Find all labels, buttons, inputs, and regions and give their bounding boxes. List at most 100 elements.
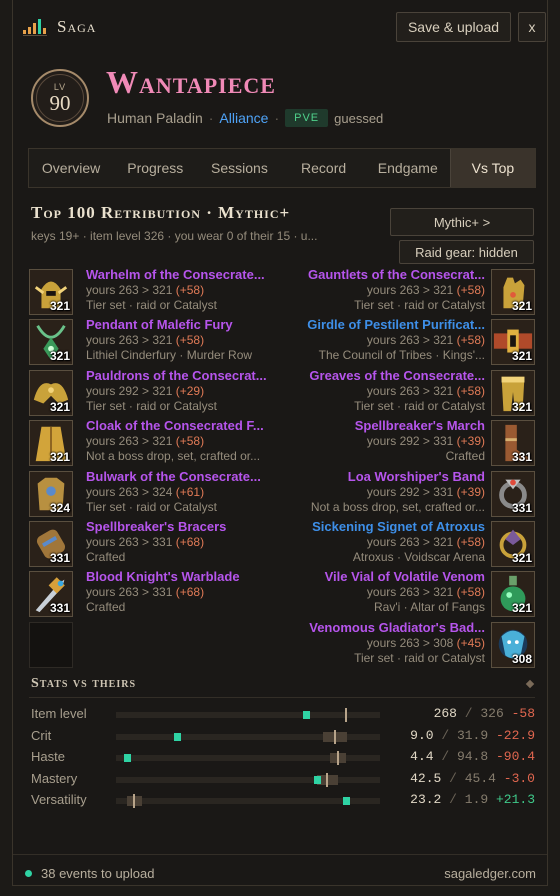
mode-badge: PVE: [285, 109, 329, 127]
stat-slash: /: [441, 770, 465, 786]
gear-compare-values: yours 263 > 321: [366, 585, 454, 600]
stat-theirs: 31.9: [456, 727, 489, 743]
tab-progress[interactable]: Progress: [113, 149, 197, 187]
gear-row[interactable]: 321 Vile Vial of Volatile Venom yours 263 …: [283, 569, 535, 619]
upload-status-text: 38 events to upload: [41, 866, 155, 881]
app-window: Saga Save & upload x LV 90 Wantapiece Hu…: [12, 0, 548, 886]
stat-row: Haste 4.4 / 94.8 -90.4: [31, 747, 535, 768]
gear-name[interactable]: Vile Vial of Volatile Venom: [285, 569, 485, 585]
stat-theirs-marker: [336, 751, 339, 766]
gear-name[interactable]: Spellbreaker's Bracers: [86, 519, 276, 535]
gear-compare: yours 263 > 321 (+58): [86, 333, 276, 348]
stat-label: Item level: [31, 706, 87, 721]
gear-compare: yours 292 > 331 (+39): [285, 434, 485, 449]
character-meta: Human Paladin · Alliance · PVE guessed: [107, 109, 383, 127]
gear-name[interactable]: Cloak of the Consecrated F...: [86, 418, 276, 434]
gear-compare-values: yours 263 > 308: [366, 635, 454, 650]
gear-name[interactable]: Greaves of the Consecrate...: [285, 368, 485, 384]
item-level-overlay: 321: [511, 349, 532, 364]
gear-row[interactable]: 324 Bulwark of the Consecrate... yours 263…: [29, 469, 279, 519]
gear-row[interactable]: 321 Warhelm of the Consecrate... yours 263…: [29, 267, 279, 317]
footer-divider: [13, 854, 547, 855]
gear-info: Bulwark of the Consecrate... yours 263 > …: [86, 469, 276, 515]
gear-name[interactable]: Pendant of Malefic Fury: [86, 317, 276, 333]
save-upload-button[interactable]: Save & upload: [396, 12, 511, 42]
stat-label: Crit: [31, 727, 52, 743]
stat-row: Item level 268 / 326 -58: [31, 704, 535, 725]
mythic-plus-button[interactable]: Mythic+ >: [390, 208, 534, 236]
tab-overview[interactable]: Overview: [29, 149, 113, 187]
gear-row[interactable]: 321 Gauntlets of the Consecrat... yours 26…: [283, 267, 535, 317]
section-title: Top 100 Retribution · Mythic+: [31, 203, 291, 222]
item-level-overlay: 331: [511, 500, 532, 515]
stat-yours-marker: [342, 797, 350, 806]
close-button[interactable]: x: [518, 12, 546, 42]
gear-row[interactable]: 331 Blood Knight's Warblade yours 263 > 33…: [29, 569, 279, 619]
gear-compare: yours 263 > 321 (+58): [285, 585, 485, 600]
gear-compare: yours 263 > 321 (+58): [285, 283, 485, 298]
gear-row[interactable]: [29, 620, 279, 670]
saga-logo-icon: [23, 19, 47, 36]
gear-name[interactable]: Blood Knight's Warblade: [86, 569, 276, 585]
gear-delta: (+58): [456, 283, 485, 297]
stat-yours-marker: [303, 711, 311, 719]
gauntlet-icon: 321: [491, 269, 535, 315]
gear-row[interactable]: 321 Sickening Signet of Atroxus yours 263 …: [283, 519, 535, 569]
vial-icon: 321: [491, 571, 535, 618]
stat-theirs: 326: [480, 706, 504, 721]
gear-name[interactable]: Girdle of Pestilent Purificat...: [285, 317, 485, 333]
gear-compare-values: yours 263 > 321: [366, 534, 454, 549]
item-level-overlay: 308: [511, 651, 532, 666]
tab-record[interactable]: Record: [282, 149, 366, 187]
gear-row[interactable]: 321 Greaves of the Consecrate... yours 263…: [283, 368, 535, 418]
shoulder-icon: 321: [29, 369, 73, 416]
gear-compare-values: yours 263 > 321: [86, 283, 173, 297]
stat-theirs-marker: [344, 708, 347, 722]
cloak-icon: 321: [29, 420, 73, 467]
stat-bar: [116, 729, 380, 744]
gear-compare: yours 263 > 321 (+58): [285, 535, 485, 550]
gear-row[interactable]: 331 Spellbreaker's Bracers yours 263 > 331…: [29, 519, 279, 569]
stat-yours: 4.4: [410, 749, 434, 765]
diamond-icon: [525, 679, 535, 689]
character-name: Wantapiece: [106, 64, 276, 100]
gear-row[interactable]: 321 Pendant of Malefic Fury yours 263 > 32…: [29, 317, 279, 367]
empty-slot-icon: [29, 621, 73, 668]
gear-name[interactable]: Pauldrons of the Consecrat...: [86, 368, 276, 384]
gear-row[interactable]: 331 Spellbreaker's March yours 292 > 331 (…: [283, 418, 535, 468]
tab-sessions[interactable]: Sessions: [197, 149, 281, 187]
gear-delta: (+58): [456, 585, 485, 600]
gear-source: Crafted: [86, 600, 126, 615]
stat-bar: [116, 751, 380, 766]
gear-row[interactable]: 321 Cloak of the Consecrated F... yours 26…: [29, 418, 279, 468]
stat-row: Mastery 42.5 / 45.4 -3.0: [31, 769, 535, 790]
tab-endgame[interactable]: Endgame: [366, 149, 450, 187]
gear-delta: (+58): [456, 383, 485, 398]
gear-info: Loa Worshiper's Band yours 292 > 331 (+39…: [285, 469, 485, 515]
stat-spacer: [488, 792, 496, 807]
gear-compare-values: yours 263 > 321: [86, 434, 173, 449]
gear-row[interactable]: 331 Loa Worshiper's Band yours 292 > 331 (…: [283, 469, 535, 519]
site-link[interactable]: sagaledger.com: [444, 866, 536, 881]
section-subtitle: keys 19+ · item level 326 · you wear 0 o…: [31, 229, 318, 243]
gear-name[interactable]: Spellbreaker's March: [285, 418, 485, 434]
gear-row[interactable]: 308 Venomous Gladiator's Bad... yours 263 …: [283, 620, 535, 670]
tab-vs-top[interactable]: Vs Top: [449, 149, 536, 187]
gear-row[interactable]: 321 Girdle of Pestilent Purificat... yours…: [283, 317, 535, 367]
gear-name[interactable]: Bulwark of the Consecrate...: [86, 469, 276, 485]
gear-name[interactable]: Gauntlets of the Consecrat...: [285, 267, 485, 283]
gear-name[interactable]: Warhelm of the Consecrate...: [86, 267, 276, 283]
gear-info: Warhelm of the Consecrate... yours 263 > …: [86, 267, 276, 313]
gear-name[interactable]: Venomous Gladiator's Bad...: [285, 620, 485, 636]
helm-icon: 321: [29, 269, 73, 315]
gear-name[interactable]: Sickening Signet of Atroxus: [285, 519, 485, 535]
stat-delta: -3.0: [503, 770, 535, 786]
stat-values: 4.4 / 94.8 -90.4: [391, 749, 535, 764]
gear-name[interactable]: Loa Worshiper's Band: [285, 469, 485, 485]
gear-row[interactable]: 321 Pauldrons of the Consecrat... yours 29…: [29, 368, 279, 418]
stat-slash: /: [433, 727, 457, 743]
gear-delta: (+68): [175, 534, 205, 549]
stat-yours: 23.2: [410, 792, 442, 808]
stat-theirs: 45.4: [464, 770, 496, 786]
raid-gear-toggle[interactable]: Raid gear: hidden: [399, 240, 534, 264]
